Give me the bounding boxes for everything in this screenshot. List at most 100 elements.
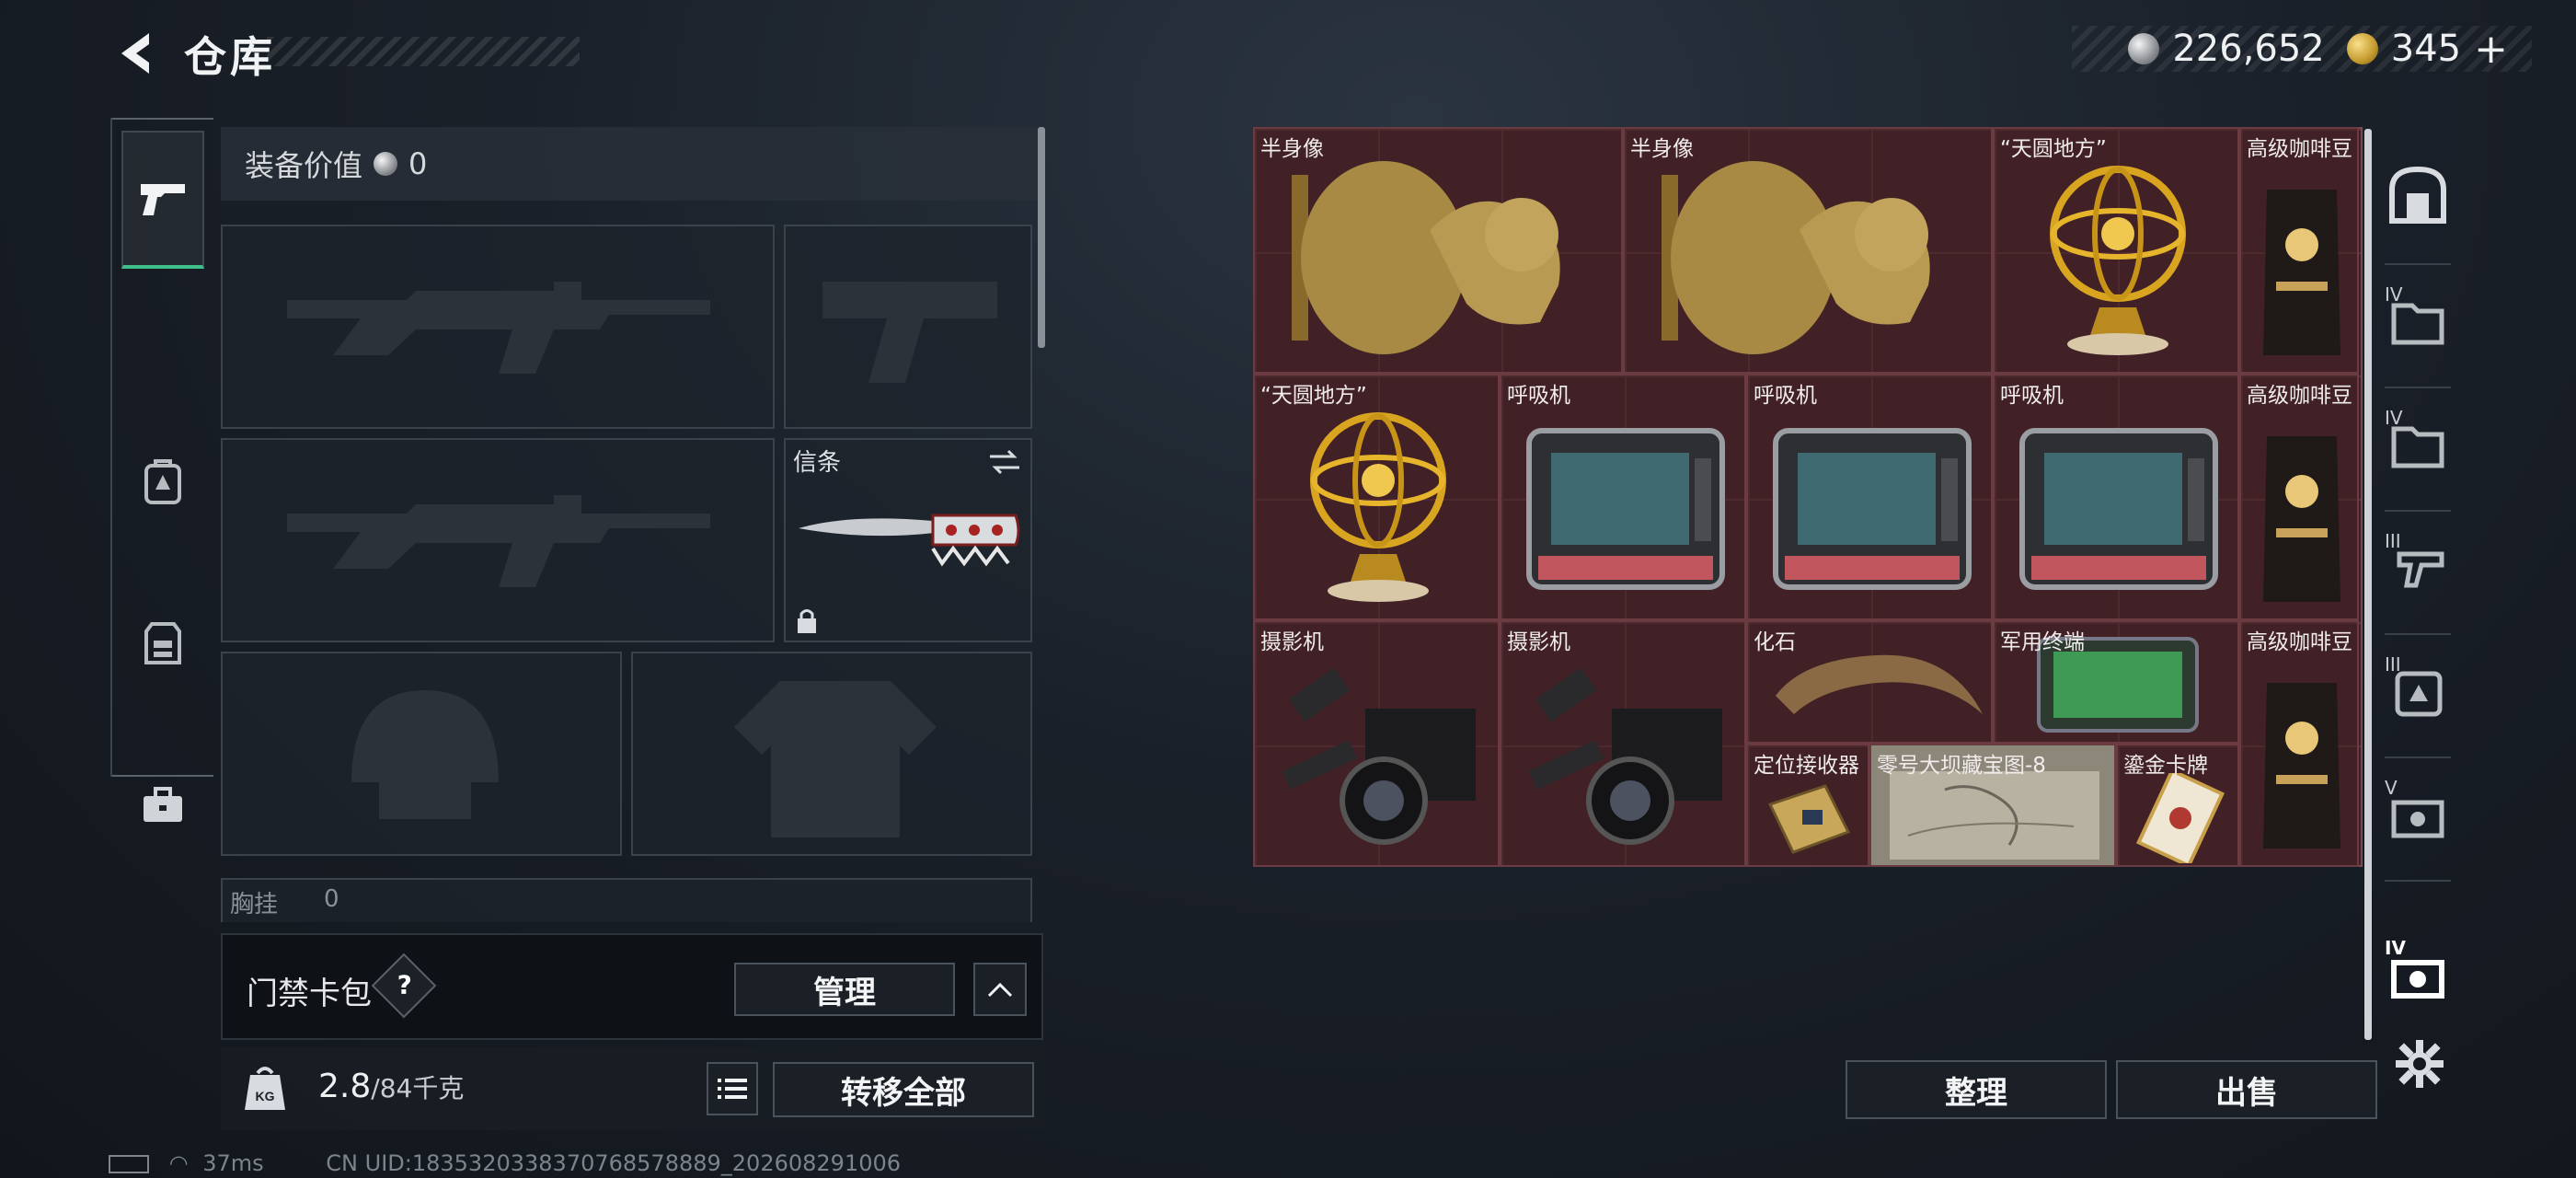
access-card-pack-bar: 门禁卡包 ? 管理 [221, 933, 1043, 1040]
tab-vest[interactable] [121, 574, 204, 712]
status-bar: ◠ 37ms CN UID:1835320338370768578889_202… [109, 1150, 901, 1176]
container-tier-5-tab[interactable]: V [2385, 777, 2451, 845]
chest-rig-slot[interactable]: 胸挂 0 [221, 878, 1032, 922]
silver-currency-value: 226,652 [2172, 28, 2325, 70]
backpack-icon [144, 459, 181, 504]
ventilator-icon [2019, 428, 2218, 590]
list-icon [718, 1079, 747, 1099]
chest-rig-value: 0 [324, 885, 339, 913]
tab-case[interactable] [121, 736, 204, 874]
container-tier-4-tab[interactable]: IV [2385, 283, 2451, 352]
stash-grid: 半身像 半身像 “天圆地方” 高级咖啡豆 “天圆地方” 呼吸机 呼吸机 呼吸机 … [1253, 127, 2363, 867]
treasure-map-icon [1890, 771, 2099, 860]
stash-item-armillary-sphere[interactable]: “天圆地方” [1253, 374, 1500, 620]
organize-button[interactable]: 整理 [1846, 1060, 2107, 1119]
coffee-bag-icon [2263, 683, 2340, 849]
page-title: 仓库 [184, 32, 276, 82]
stash-item-coffee-beans[interactable]: 高级咖啡豆 [2239, 620, 2359, 867]
pistol-icon [141, 184, 185, 215]
equipment-category-tabs [110, 118, 213, 822]
stash-item-ventilator[interactable]: 呼吸机 [1500, 374, 1746, 620]
knife-icon [799, 514, 1020, 567]
tab-gear[interactable] [121, 412, 204, 550]
uid-text: CN UID:1835320338370768578889_2026082910… [326, 1150, 902, 1176]
chest-rig-label: 胸挂 [230, 891, 279, 918]
transfer-all-button[interactable]: 转移全部 [773, 1062, 1034, 1117]
armor-slot[interactable] [631, 652, 1032, 856]
stash-item-locator-receiver[interactable]: 定位接收器 [1746, 744, 1869, 867]
help-icon[interactable]: ? [371, 953, 437, 1019]
stash-item-ventilator[interactable]: 呼吸机 [1746, 374, 1993, 620]
card-pack-label: 门禁卡包 [247, 976, 372, 1012]
gold-coin-icon [2346, 33, 2378, 64]
melee-slot[interactable]: 信条 [784, 438, 1032, 642]
list-view-button[interactable] [707, 1062, 758, 1115]
ping-value: 37ms [202, 1150, 264, 1176]
stash-item-camera[interactable]: 摄影机 [1253, 620, 1500, 867]
melee-label: 信条 [793, 449, 842, 477]
camera-icon [1528, 667, 1722, 845]
stash-item-fossil[interactable]: 化石 [1746, 620, 1993, 744]
add-currency-button[interactable]: + [2474, 26, 2508, 73]
stash-item-gilded-card[interactable]: 鎏金卡牌 [2116, 744, 2239, 867]
collapse-button[interactable] [973, 963, 1027, 1016]
primary-weapon-slot[interactable] [221, 225, 775, 429]
coffee-bag-icon [2263, 190, 2340, 355]
rifle-silhouette-icon [287, 282, 710, 374]
equipment-value-label: 装备价值 [245, 148, 363, 183]
stash-item-bust[interactable]: 半身像 [1623, 127, 1993, 374]
rifle-silhouette-icon [287, 495, 710, 587]
equipment-scrollbar[interactable] [1038, 127, 1045, 348]
ventilator-icon [1773, 428, 1972, 590]
helmet-silhouette-icon [351, 690, 499, 819]
currency-bar: 226,652 345 + [2072, 26, 2532, 73]
stash-item-coffee-beans[interactable]: 高级咖啡豆 [2239, 374, 2359, 620]
tab-weapons[interactable] [121, 131, 204, 269]
pistol-silhouette-icon [822, 282, 997, 383]
locator-receiver-icon [1767, 784, 1851, 854]
container-tier-3-tab[interactable]: III [2385, 653, 2451, 722]
bust-icon [1292, 161, 1560, 354]
ventilator-icon [1526, 428, 1725, 590]
secondary-weapon-slot[interactable] [221, 438, 775, 642]
silver-coin-icon [2128, 33, 2160, 64]
equipment-value-bar: 装备价值 0 [221, 127, 1038, 201]
vest-icon [144, 622, 181, 664]
stash-item-armillary-sphere[interactable]: “天圆地方” [1993, 127, 2239, 374]
pistol-slot[interactable] [784, 225, 1032, 429]
stash-item-bust[interactable]: 半身像 [1253, 127, 1623, 374]
container-tier-4-tab-active[interactable]: IV [2385, 937, 2451, 1005]
helmet-slot[interactable] [221, 652, 622, 856]
stash-item-treasure-map[interactable]: 零号大坝藏宝图-8 [1869, 744, 2116, 867]
stash-item-military-terminal[interactable]: 军用终端 [1993, 620, 2239, 744]
weight-value: 2.8/84千克 [318, 1068, 465, 1105]
bust-icon [1662, 161, 1930, 354]
lock-icon [798, 609, 816, 633]
stash-item-coffee-beans[interactable]: 高级咖啡豆 [2239, 127, 2359, 374]
swap-icon[interactable] [986, 447, 1023, 477]
weight-kg-icon: KG [245, 1067, 285, 1110]
stash-item-camera[interactable]: 摄影机 [1500, 620, 1746, 867]
armillary-sphere-icon [1310, 412, 1446, 602]
battery-icon [109, 1155, 149, 1173]
stash-item-ventilator[interactable]: 呼吸机 [1993, 374, 2239, 620]
sell-button[interactable]: 出售 [2116, 1060, 2377, 1119]
wifi-icon: ◠ [168, 1150, 189, 1176]
stash-scrollbar[interactable] [2364, 129, 2372, 1040]
safe-box-icon[interactable] [2385, 162, 2451, 228]
coffee-bag-icon [2263, 436, 2340, 602]
svg-text:KG: KG [256, 1089, 275, 1103]
fossil-claw-icon [1776, 654, 1983, 714]
manage-button[interactable]: 管理 [734, 963, 955, 1016]
title-decoration [267, 37, 580, 66]
container-tier-4-tab[interactable]: IV [2385, 407, 2451, 475]
back-arrow-icon[interactable] [109, 26, 164, 81]
chevron-up-icon [987, 982, 1013, 998]
container-tier-3-tab[interactable]: III [2385, 530, 2451, 598]
silver-coin-icon [374, 152, 398, 176]
gold-currency-value: 345 [2390, 28, 2462, 70]
equipment-panel: 装备价值 0 信条 胸挂 0 门禁卡包 ? 管理 KG 2.8/84千克 转移全… [221, 127, 1047, 1130]
gear-icon[interactable] [2396, 1040, 2444, 1088]
equipment-value: 0 [408, 146, 428, 181]
weight-bar: KG 2.8/84千克 转移全部 [221, 1047, 1047, 1130]
